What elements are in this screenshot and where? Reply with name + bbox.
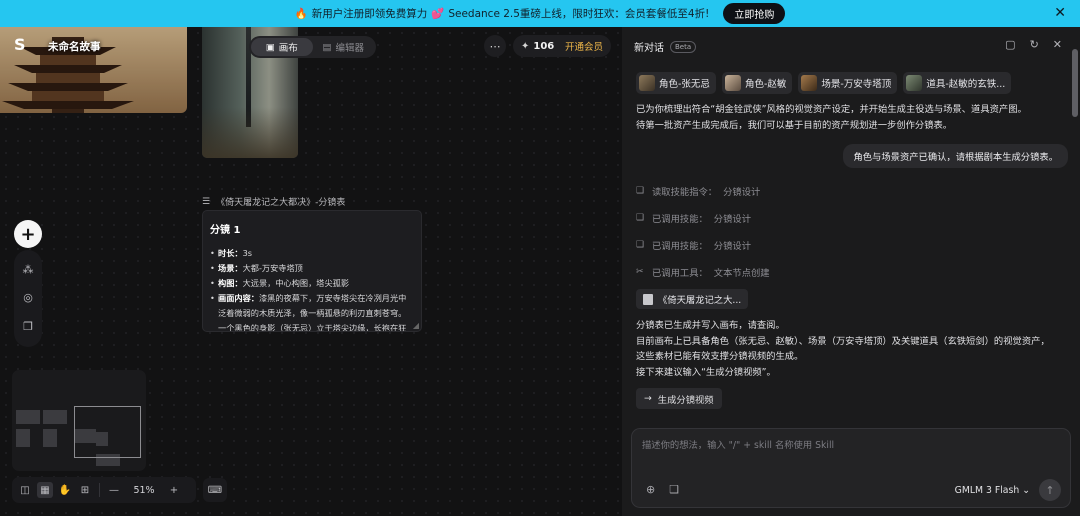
asset-chip-sword[interactable]: 道具-赵敏的玄铁... [903, 72, 1012, 94]
asset-chips: 角色-张无忌 角色-赵敏 场景-万安寺塔顶 道具-赵敏的玄铁... [636, 72, 1012, 94]
asset-thumbnail [906, 75, 923, 91]
map-icon[interactable]: ▦ [37, 482, 53, 498]
storyboard-text-node[interactable]: 分镜 1 时长：3s 场景：大都-万安寺塔顶 构图：大远景，中心构图，塔尖孤影 … [202, 210, 422, 332]
promo-banner: 🔥 新用户注册即领免费算力 💕 Seedance 2.5重磅上线，限时狂欢：会员… [0, 0, 1080, 27]
view-toggle: ▣ 画布 ▤ 编辑器 [249, 36, 376, 58]
storyboard-doc-chip[interactable]: 《倚天屠龙记之大... [636, 289, 749, 309]
add-node-button[interactable]: + [14, 220, 42, 248]
asset-chip-zhaomin[interactable]: 角色-赵敏 [721, 72, 793, 94]
tab-canvas[interactable]: ▣ 画布 [251, 38, 313, 56]
tab-editor-label: 编辑器 [335, 43, 364, 54]
nodes-icon[interactable]: ⁂ [21, 263, 35, 277]
shot-line: 画面内容：漆黑的夜幕下，万安寺塔尖在冷冽月光中泛着微弱的木质光泽，像一柄孤悬的利… [210, 291, 414, 331]
promo-text: 🔥 新用户注册即领免费算力 💕 Seedance 2.5重磅上线，限时狂欢：会员… [295, 6, 710, 21]
tool-rail: + ⁂ ◎ ❐ [14, 220, 42, 347]
credit-count: 106 [533, 40, 555, 52]
asset-chip-zhangwuji[interactable]: 角色-张无忌 [636, 72, 716, 94]
beta-badge: Beta [670, 40, 697, 53]
fire-icon: 🔥 [294, 8, 308, 20]
asset-chip-label: 角色-张无忌 [659, 79, 710, 90]
new-chat-icon[interactable]: ▢ [1005, 38, 1015, 51]
tool-icon: ✂ [636, 267, 644, 277]
canvas-icon: ▣ [265, 41, 275, 53]
send-button[interactable]: ↑ [1039, 479, 1061, 501]
asset-chip-label: 场景-万安寺塔顶 [821, 79, 892, 90]
film-icon: ▤ [322, 41, 332, 53]
heart-icon: 💕 [431, 8, 445, 20]
copy-icon[interactable]: ❐ [21, 320, 35, 334]
canvas-toolbar: ◫ ▦ ✋ ⊞ — 51% + [12, 477, 196, 503]
minimap-viewport[interactable] [74, 406, 141, 458]
ai-message: 已为你梳理出符合“胡金铨武侠”风格的视觉资产设定，并开始生成主役选与场景、道具资… [636, 104, 1027, 131]
tab-editor[interactable]: ▤ 编辑器 [313, 38, 375, 56]
vip-button[interactable]: 开通会员 [565, 39, 603, 53]
book-icon[interactable]: ❑ [669, 483, 679, 496]
share-button[interactable]: ⋯ [484, 35, 506, 57]
credit-pill[interactable]: ✦ 106 开通会员 [513, 35, 611, 57]
model-select[interactable]: GMLM 3 Flash ⌄ [955, 485, 1030, 496]
user-message: 角色与场景资产已确认，请根据剧本生成分镜表。 [843, 144, 1068, 168]
hand-icon[interactable]: ✋ [57, 482, 73, 498]
book-icon: ❑ [636, 240, 645, 250]
minimap[interactable] [12, 370, 146, 471]
chat-header: 新对话 Beta [634, 39, 697, 54]
arrow-right-icon: → [644, 393, 652, 404]
buy-now-button[interactable]: 立即抢购 [723, 3, 786, 24]
resize-handle-icon[interactable]: ◢ [413, 321, 419, 330]
shot-line: 时长：3s [210, 246, 414, 261]
tool-step: ✂ 已调用工具： 文本节点创建 [636, 267, 770, 279]
shot-details: 时长：3s 场景：大都-万安寺塔顶 构图：大远景，中心构图，塔尖孤影 画面内容：… [210, 246, 414, 331]
tool-rail-body: ⁂ ◎ ❐ [14, 250, 42, 347]
asset-thumbnail [639, 75, 655, 91]
ai-message: 分镜表已生成并写入画布，请查阅。 目前画布上已具备角色（张无忌、赵敏）、场景（万… [636, 320, 1050, 378]
tool-step: ❑ 读取技能指令： 分镜设计 [636, 186, 761, 198]
arrow-up-icon: ↑ [1045, 483, 1055, 497]
tool-step: ❑ 已调用技能： 分镜设计 [636, 240, 751, 252]
close-icon[interactable]: ✕ [1054, 5, 1066, 21]
zoom-level[interactable]: 51% [126, 485, 162, 496]
book-icon: ❑ [636, 213, 645, 223]
asset-thumbnail [724, 75, 741, 91]
menu-icon: ☰ [202, 196, 211, 207]
add-attachment-icon[interactable]: ⊕ [646, 483, 655, 496]
chat-title: 新对话 [634, 43, 664, 54]
spark-icon: ✦ [521, 40, 530, 52]
chat-actions: ▢ ↻ ✕ [1005, 38, 1062, 51]
promo-text-a: 新用户注册即领免费算力 [311, 8, 428, 20]
storyboard-title: 《倚天屠龙记之大都决》-分镜表 [216, 198, 346, 208]
layout-icon[interactable]: ◫ [17, 482, 33, 498]
share-icon: ⋯ [489, 39, 501, 53]
chat-panel: 新对话 Beta ▢ ↻ ✕ 角色-张无忌 角色-赵敏 场景-万安寺塔顶 道具-… [622, 27, 1080, 516]
zoom-out-icon[interactable]: — [106, 482, 122, 498]
grid-icon[interactable]: ⊞ [77, 482, 93, 498]
asset-chip-label: 角色-赵敏 [744, 79, 787, 90]
storyboard-node-label: ☰ 《倚天屠龙记之大都决》-分镜表 [202, 195, 346, 209]
shot-line: 场景：大都-万安寺塔顶 [210, 261, 414, 276]
shot-title: 分镜 1 [210, 225, 241, 236]
history-icon[interactable]: ↻ [1030, 38, 1039, 51]
document-icon [643, 293, 653, 305]
shot-line: 构图：大远景，中心构图，塔尖孤影 [210, 276, 414, 291]
tab-canvas-label: 画布 [278, 43, 298, 54]
chat-scrollbar[interactable] [1072, 49, 1078, 117]
keyboard-icon[interactable]: ⌨ [203, 478, 227, 502]
suggestion-generate-video[interactable]: → 生成分镜视频 [636, 388, 722, 409]
promo-text-b: Seedance 2.5重磅上线，限时狂欢：会员套餐低至4折! [448, 8, 710, 20]
close-icon[interactable]: ✕ [1053, 38, 1062, 51]
composer: ⊕ ❑ GMLM 3 Flash ⌄ ↑ [631, 428, 1071, 508]
canvas[interactable]: S 未命名故事 ▣ 画布 ▤ 编辑器 ⋯ ✦ 106 开通会员 ☰ 《倚天屠龙记… [0, 27, 622, 516]
chevron-down-icon: ⌄ [1022, 485, 1030, 496]
asset-chip-label: 道具-赵敏的玄铁... [926, 79, 1006, 90]
asset-thumbnail [801, 75, 818, 91]
story-title[interactable]: 未命名故事 [48, 39, 101, 54]
asset-chip-pagoda[interactable]: 场景-万安寺塔顶 [798, 72, 898, 94]
tool-step: ❑ 已调用技能： 分镜设计 [636, 213, 751, 225]
zoom-in-icon[interactable]: + [166, 482, 182, 498]
app-logo-icon[interactable]: S [14, 35, 34, 55]
book-icon: ❑ [636, 186, 645, 196]
character-icon[interactable]: ◎ [21, 291, 35, 305]
prompt-input[interactable] [642, 437, 1062, 467]
